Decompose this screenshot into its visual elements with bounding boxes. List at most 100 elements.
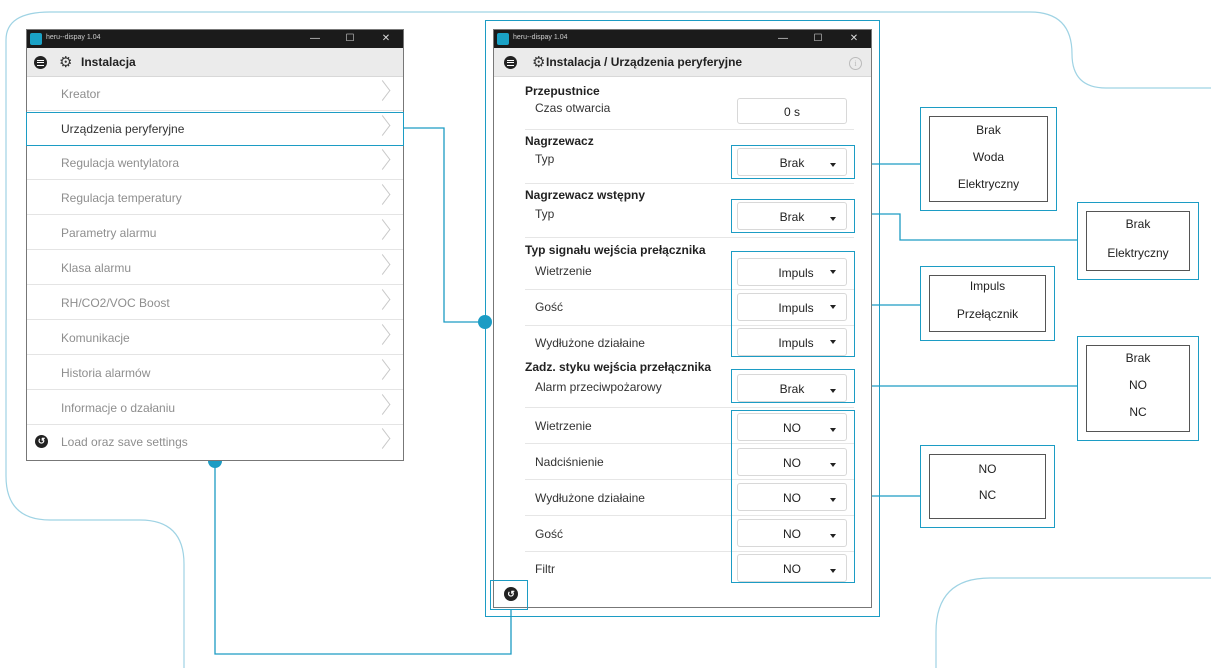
gear-icon: ⚙ bbox=[532, 54, 546, 71]
row-label: Nadciśnienie bbox=[535, 455, 604, 469]
row-label: Czas otwarcia bbox=[535, 101, 611, 115]
back-icon: ↺ bbox=[35, 435, 48, 448]
menu-item-label: Parametry alarmu bbox=[61, 226, 157, 240]
option-item[interactable]: NO bbox=[1087, 378, 1189, 392]
menu-item-informacje[interactable]: Informacje o dzałaniu bbox=[27, 391, 403, 425]
menu-item-label: Kreator bbox=[61, 87, 101, 101]
chevron-right-icon bbox=[374, 184, 391, 205]
minimize-button[interactable]: — bbox=[307, 31, 323, 47]
options-frame: NO NC bbox=[929, 454, 1046, 519]
options-frame: Brak Woda Elektryczny bbox=[929, 116, 1048, 202]
option-item[interactable]: NC bbox=[930, 488, 1045, 502]
menu-item-label: Regulacja wentylatora bbox=[61, 156, 180, 170]
highlight-frame bbox=[26, 112, 404, 146]
section-przepustnice: Przepustnice bbox=[525, 84, 600, 98]
page-title: Instalacja / Urządzenia peryferyjne bbox=[546, 55, 743, 69]
menu-item-regulacja-temperatury[interactable]: Regulacja temperatury bbox=[27, 181, 403, 215]
option-item[interactable]: NC bbox=[1087, 405, 1189, 419]
highlight-frame bbox=[731, 145, 855, 179]
app-icon bbox=[30, 33, 42, 45]
options-frame: Brak NO NC bbox=[1086, 345, 1190, 432]
options-styk: NO NC bbox=[920, 445, 1055, 528]
highlight-frame bbox=[731, 410, 855, 583]
page-title: Instalacja bbox=[81, 55, 136, 69]
menu-item-historia-alarmow[interactable]: Historia alarmów bbox=[27, 356, 403, 390]
option-item[interactable]: Przełącznik bbox=[930, 307, 1045, 321]
chevron-right-icon bbox=[374, 428, 391, 449]
close-button[interactable]: ✕ bbox=[378, 31, 394, 47]
option-item[interactable]: Woda bbox=[930, 150, 1047, 164]
czas-otwarcia-input[interactable]: 0 s bbox=[737, 98, 847, 124]
maximize-button[interactable]: ☐ bbox=[342, 31, 358, 47]
option-item[interactable]: Impuls bbox=[930, 279, 1045, 293]
menu-item-label: Komunikacje bbox=[61, 331, 130, 345]
menu-item-parametry-alarmu[interactable]: Parametry alarmu bbox=[27, 216, 403, 250]
section-nagrzewacz: Nagrzewacz bbox=[525, 134, 594, 148]
options-sygnal: Impuls Przełącznik bbox=[920, 266, 1055, 341]
row-label: Alarm przeciwpożarowy bbox=[535, 380, 662, 394]
menu-item-label: Informacje o dzałaniu bbox=[61, 401, 176, 415]
row-label: Typ bbox=[535, 207, 555, 221]
left-window: heru--dispay 1.04 — ☐ ✕ ⚙ Instalacja Kre… bbox=[26, 29, 404, 461]
row-label: Wietrzenie bbox=[535, 419, 592, 433]
option-item[interactable]: Elektryczny bbox=[930, 177, 1047, 191]
chevron-right-icon bbox=[374, 359, 391, 380]
gear-icon: ⚙ bbox=[59, 54, 73, 71]
row-label: Wydłużone działaine bbox=[535, 336, 645, 350]
menu-item-label: Klasa alarmu bbox=[61, 261, 132, 275]
highlight-frame bbox=[731, 199, 855, 233]
row-label: Typ bbox=[535, 152, 555, 166]
chevron-right-icon bbox=[374, 324, 391, 345]
row-label: Filtr bbox=[535, 562, 555, 576]
options-frame: Brak Elektryczny bbox=[1086, 211, 1190, 271]
menu-item-kreator[interactable]: Kreator bbox=[27, 77, 403, 111]
options-alarm: Brak NO NC bbox=[1077, 336, 1199, 441]
chevron-right-icon bbox=[374, 219, 391, 240]
option-item[interactable]: Brak bbox=[1087, 217, 1189, 231]
row-label: Wydłużone działaine bbox=[535, 491, 645, 505]
option-item[interactable]: NO bbox=[930, 462, 1045, 476]
options-frame: Impuls Przełącznik bbox=[929, 275, 1046, 332]
header-bar: ⚙ Instalacja bbox=[27, 48, 403, 77]
menu-item-boost[interactable]: RH/CO2/VOC Boost bbox=[27, 286, 403, 320]
row-label: Gość bbox=[535, 300, 564, 314]
menu-item-klasa-alarmu[interactable]: Klasa alarmu bbox=[27, 251, 403, 285]
option-item[interactable]: Brak bbox=[1087, 351, 1189, 365]
chevron-right-icon bbox=[374, 254, 391, 275]
minimize-button[interactable]: — bbox=[775, 31, 791, 47]
menu-item-label: Load oraz save settings bbox=[61, 435, 188, 449]
close-button[interactable]: ✕ bbox=[846, 31, 862, 47]
field-value: 0 s bbox=[783, 105, 800, 119]
chevron-right-icon bbox=[374, 80, 391, 101]
menu-item-label: Historia alarmów bbox=[61, 366, 151, 380]
options-wstepny: Brak Elektryczny bbox=[1077, 202, 1199, 280]
app-title: heru--dispay 1.04 bbox=[46, 34, 101, 41]
chevron-right-icon bbox=[374, 149, 391, 170]
maximize-button[interactable]: ☐ bbox=[810, 31, 826, 47]
chevron-right-icon bbox=[374, 289, 391, 310]
highlight-frame bbox=[731, 251, 855, 357]
app-title: heru--dispay 1.04 bbox=[513, 34, 568, 41]
option-item[interactable]: Elektryczny bbox=[1087, 246, 1189, 260]
app-icon bbox=[497, 33, 509, 45]
highlight-frame bbox=[490, 580, 528, 610]
options-nagrzewacz: Brak Woda Elektryczny bbox=[920, 107, 1057, 211]
menu-icon[interactable] bbox=[34, 56, 47, 69]
menu-item-load-save[interactable]: ↺ Load oraz save settings bbox=[27, 425, 403, 459]
menu-icon[interactable] bbox=[504, 56, 517, 69]
menu-item-regulacja-wentylatora[interactable]: Regulacja wentylatora bbox=[27, 146, 403, 180]
section-nagrzewacz-wstepny: Nagrzewacz wstępny bbox=[525, 188, 646, 202]
row-label: Gość bbox=[535, 527, 564, 541]
menu-item-komunikacje[interactable]: Komunikacje bbox=[27, 321, 403, 355]
title-bar: heru--dispay 1.04 — ☐ ✕ bbox=[494, 30, 871, 48]
header-bar: ⚙ Instalacja / Urządzenia peryferyjne i bbox=[494, 48, 871, 77]
chevron-right-icon bbox=[374, 394, 391, 415]
menu-item-label: RH/CO2/VOC Boost bbox=[61, 296, 170, 310]
title-bar: heru--dispay 1.04 — ☐ ✕ bbox=[27, 30, 403, 48]
option-item[interactable]: Brak bbox=[930, 123, 1047, 137]
info-icon[interactable]: i bbox=[849, 57, 862, 70]
highlight-frame bbox=[731, 369, 855, 403]
row-czas-otwarcia: Czas otwarcia 0 s bbox=[525, 98, 854, 130]
menu-item-label: Regulacja temperatury bbox=[61, 191, 182, 205]
row-label: Wietrzenie bbox=[535, 264, 592, 278]
